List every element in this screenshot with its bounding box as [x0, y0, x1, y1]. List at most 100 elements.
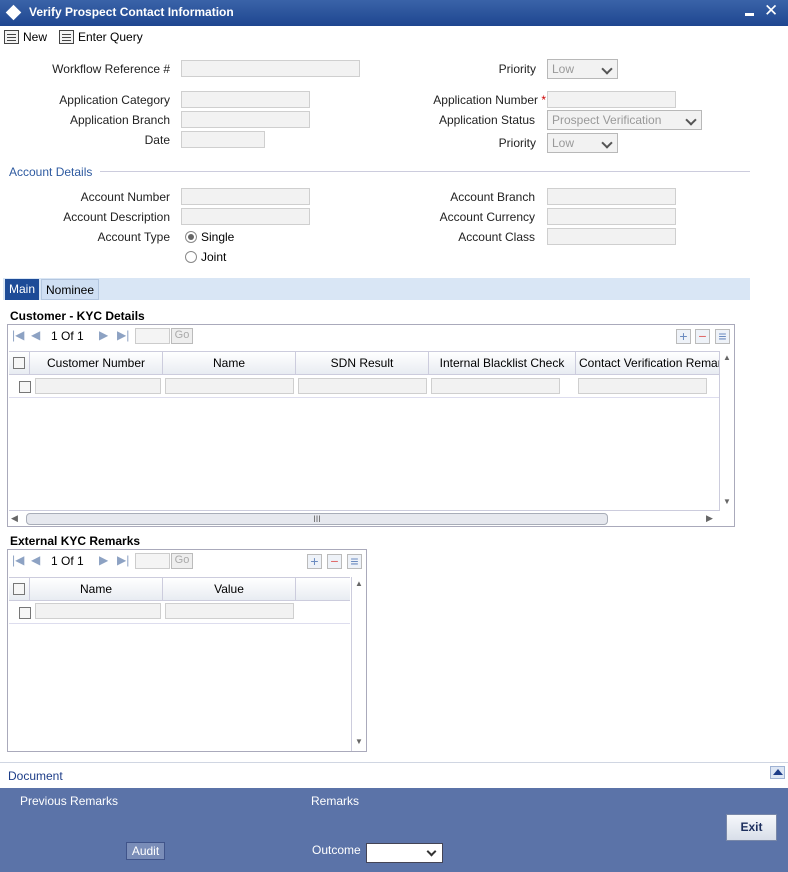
app-icon: [5, 4, 22, 21]
chevron-down-icon: [601, 63, 613, 75]
scroll-down-icon[interactable]: ▼: [723, 497, 731, 506]
col-name[interactable]: Name: [30, 578, 163, 600]
select-all-checkbox[interactable]: [13, 357, 25, 369]
tab-nominee[interactable]: Nominee: [41, 279, 100, 300]
col-name[interactable]: Name: [163, 352, 296, 374]
app-status-label: Application Status: [438, 113, 535, 127]
customer-number-cell[interactable]: [35, 378, 161, 394]
prev-page-icon[interactable]: ◀: [31, 553, 40, 567]
select-all-checkbox[interactable]: [13, 583, 25, 595]
col-customer-number[interactable]: Customer Number: [30, 352, 163, 374]
chevron-down-icon: [685, 114, 697, 126]
date-field[interactable]: [181, 131, 265, 148]
audit-button[interactable]: Audit: [126, 842, 165, 860]
chevron-down-icon: [601, 137, 613, 149]
scroll-down-icon[interactable]: ▼: [355, 737, 363, 746]
account-type-joint-label: Joint: [201, 250, 227, 264]
app-number-label: Application Number *: [380, 93, 546, 107]
toolbar: New Enter Query: [0, 26, 788, 48]
table-row[interactable]: [9, 376, 719, 398]
table-row[interactable]: [9, 602, 350, 624]
add-row-icon[interactable]: +: [307, 554, 322, 569]
next-page-icon[interactable]: ▶: [99, 553, 108, 567]
app-status-select[interactable]: Prospect Verification: [547, 110, 702, 130]
account-class-field[interactable]: [547, 228, 676, 245]
new-button[interactable]: New: [4, 28, 47, 46]
account-branch-field[interactable]: [547, 188, 676, 205]
account-description-label: Account Description: [63, 210, 170, 224]
scroll-up-icon[interactable]: ▲: [355, 579, 363, 588]
app-branch-label: Application Branch: [69, 113, 170, 127]
account-class-label: Account Class: [458, 230, 535, 244]
outcome-select[interactable]: [366, 843, 443, 863]
page-total: 1: [77, 329, 84, 343]
app-category-field[interactable]: [181, 91, 310, 108]
app-category-label: Application Category: [59, 93, 170, 107]
last-page-icon[interactable]: ▶|: [117, 553, 129, 567]
enter-query-button[interactable]: Enter Query: [59, 28, 143, 46]
last-page-icon[interactable]: ▶|: [117, 328, 129, 342]
scroll-right-icon[interactable]: ▶: [706, 513, 713, 524]
document-bar: Document: [0, 762, 788, 788]
col-internal-blacklist[interactable]: Internal Blacklist Check: [429, 352, 576, 374]
first-page-icon[interactable]: |◀: [12, 553, 24, 567]
vertical-scrollbar[interactable]: ▲ ▼: [351, 577, 366, 751]
page-input[interactable]: [135, 553, 170, 569]
account-description-field[interactable]: [181, 208, 310, 225]
collapse-up-icon[interactable]: [770, 766, 785, 779]
account-currency-label: Account Currency: [439, 210, 535, 224]
ext-grid: |◀ ◀ 1 Of 1 ▶ ▶| Go + − ≡ Name Value ▲ ▼: [7, 549, 367, 752]
page-input[interactable]: [135, 328, 170, 344]
prev-page-icon[interactable]: ◀: [31, 328, 40, 342]
col-value[interactable]: Value: [163, 578, 296, 600]
kyc-pager: 1 Of 1: [51, 329, 84, 343]
account-type-label: Account Type: [97, 230, 171, 244]
minimize-button[interactable]: [745, 13, 754, 16]
app-number-text: Application Number: [433, 93, 538, 107]
value-cell[interactable]: [165, 603, 294, 619]
workflow-ref-field[interactable]: [181, 60, 360, 77]
next-page-icon[interactable]: ▶: [99, 328, 108, 342]
account-currency-field[interactable]: [547, 208, 676, 225]
horizontal-scrollbar[interactable]: ◀ III ▶: [9, 510, 719, 526]
blacklist-cell[interactable]: [431, 378, 560, 394]
ext-grid-header: Name Value: [9, 577, 350, 601]
scroll-left-icon[interactable]: ◀: [11, 513, 18, 524]
col-sdn-result[interactable]: SDN Result: [296, 352, 429, 374]
go-button[interactable]: Go: [171, 553, 193, 569]
priority-label: Priority: [498, 62, 536, 76]
tab-main[interactable]: Main: [5, 279, 40, 300]
exit-button[interactable]: Exit: [726, 814, 777, 841]
name-cell[interactable]: [165, 378, 294, 394]
add-row-icon[interactable]: +: [676, 329, 691, 344]
required-mark: *: [541, 93, 546, 107]
scroll-thumb[interactable]: III: [26, 513, 608, 525]
contact-verification-cell[interactable]: [578, 378, 707, 394]
priority2-select[interactable]: Low: [547, 133, 618, 153]
col-contact-verification[interactable]: Contact Verification Remarks: [576, 352, 719, 374]
delete-row-icon[interactable]: −: [327, 554, 342, 569]
app-number-field[interactable]: [547, 91, 676, 108]
app-status-value: Prospect Verification: [552, 113, 662, 127]
account-number-field[interactable]: [181, 188, 310, 205]
outcome-label: Outcome: [312, 843, 361, 857]
row-checkbox[interactable]: [19, 381, 31, 393]
name-cell[interactable]: [35, 603, 161, 619]
sdn-result-cell[interactable]: [298, 378, 427, 394]
document-link[interactable]: Document: [8, 769, 63, 783]
go-button[interactable]: Go: [171, 328, 193, 344]
priority-select[interactable]: Low: [547, 59, 618, 79]
ext-pager: 1 Of 1: [51, 554, 84, 568]
single-view-icon[interactable]: ≡: [347, 554, 362, 569]
delete-row-icon[interactable]: −: [695, 329, 710, 344]
account-type-joint-radio[interactable]: [185, 251, 197, 263]
app-branch-field[interactable]: [181, 111, 310, 128]
close-button[interactable]: ✕: [764, 1, 778, 21]
single-view-icon[interactable]: ≡: [715, 329, 730, 344]
account-type-single-radio[interactable]: [185, 231, 197, 243]
row-checkbox[interactable]: [19, 607, 31, 619]
scroll-up-icon[interactable]: ▲: [723, 353, 731, 362]
first-page-icon[interactable]: |◀: [12, 328, 24, 342]
section-divider: [100, 171, 750, 172]
vertical-scrollbar[interactable]: ▲ ▼: [719, 351, 734, 511]
